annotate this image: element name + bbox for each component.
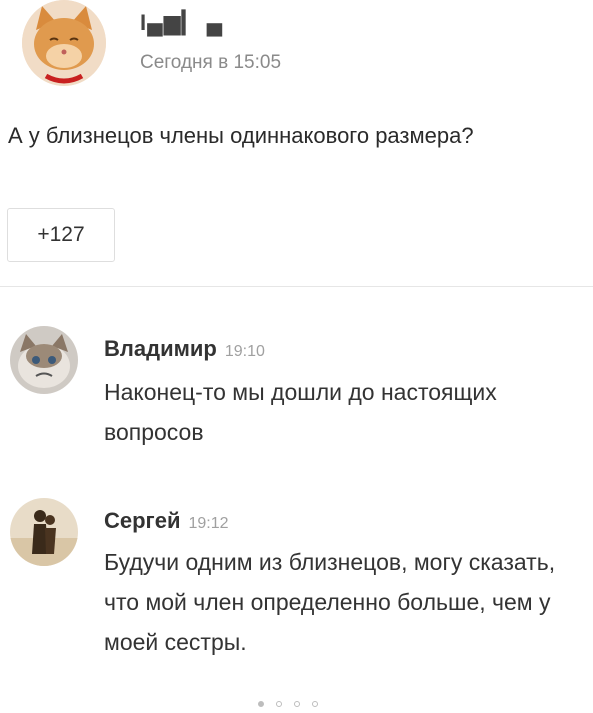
like-count: +127 (37, 223, 85, 246)
pagination-dots (258, 701, 318, 707)
post-timestamp[interactable]: Сегодня в 15:05 (140, 52, 281, 74)
page-dot[interactable] (312, 701, 318, 707)
post-text: А у близнецов члены одиннакового размера… (8, 123, 474, 148)
comment-author-name[interactable]: Владимир 19:10 (104, 336, 265, 362)
couple-silhouette-avatar-icon (10, 498, 78, 566)
comment-text: Будучи одним из близнецов, могу сказать,… (104, 549, 556, 655)
post-header: I▄▆▎ ▄ Сегодня в 15:05 (10, 0, 583, 100)
cat-icon (22, 0, 106, 86)
comment-time: 19:10 (224, 343, 265, 360)
like-button[interactable]: +127 (7, 208, 115, 262)
comment-text: Наконец-то мы дошли до настоящих вопросо… (104, 379, 497, 445)
page-dot[interactable] (294, 701, 300, 707)
page-dot[interactable] (276, 701, 282, 707)
comment-time: 19:12 (188, 515, 229, 532)
divider (0, 286, 593, 287)
author-avatar[interactable] (22, 0, 106, 86)
page-dot[interactable] (258, 701, 264, 707)
comment-avatar[interactable] (10, 498, 78, 566)
comment-author-name[interactable]: Сергей 19:12 (104, 508, 229, 534)
post-author-name[interactable]: I▄▆▎ ▄ (140, 10, 223, 36)
grumpy-cat-avatar-icon (10, 326, 78, 394)
comment-avatar[interactable] (10, 326, 78, 394)
